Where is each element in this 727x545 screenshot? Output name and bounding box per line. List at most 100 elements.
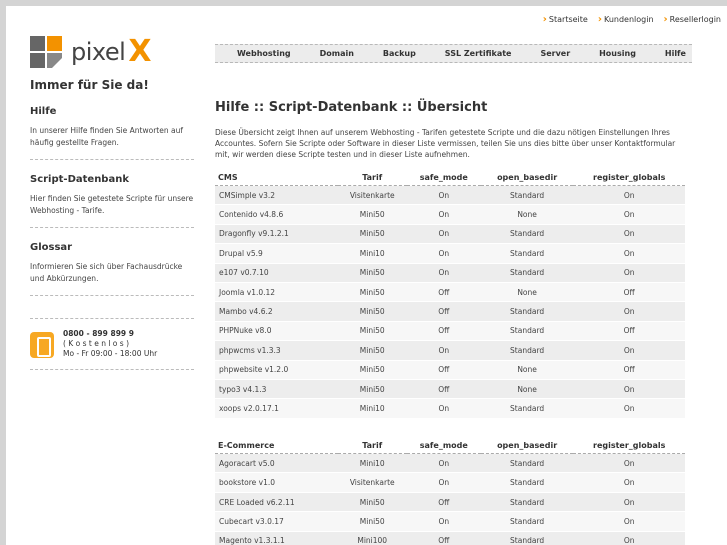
table-cell[interactable]: Drupal v5.9 <box>215 243 338 264</box>
table-cell: Standard <box>480 321 574 342</box>
nav-hilfe[interactable]: Hilfe <box>665 49 686 58</box>
table-row: CMSimple v3.2 Visitenkarte On Standard On <box>215 185 685 206</box>
table-cell: Off <box>406 321 481 342</box>
table-cell: Mini50 <box>337 224 407 245</box>
table-cell: On <box>406 511 481 532</box>
table-cell: Mini10 <box>337 243 407 264</box>
group-heading: E-Commerce <box>215 437 338 455</box>
table-cell: Off <box>406 492 481 513</box>
table-cell: Standard <box>480 453 574 474</box>
table-cell: Mini50 <box>337 492 407 513</box>
table-cell[interactable]: bookstore v1.0 <box>215 472 338 493</box>
table-cell: On <box>406 204 481 225</box>
table-cell: On <box>406 243 481 264</box>
table-row: PHPNuke v8.0 Mini50 Off Standard Off <box>215 321 685 342</box>
table-cell: Standard <box>480 472 574 493</box>
group-heading: CMS <box>215 170 338 186</box>
table-cell: Standard <box>480 340 574 361</box>
contact-free: ( K o s t e n l o s ) <box>63 339 129 348</box>
sidebar-text-glossar: Informieren Sie sich über Fachausdrücke … <box>30 262 183 283</box>
table-cell[interactable]: Dragonfly v9.1.2.1 <box>215 224 338 245</box>
column-header-open-basedir: open_basedir <box>480 170 574 186</box>
nav-server[interactable]: Server <box>540 49 570 58</box>
nav-backup[interactable]: Backup <box>383 49 416 58</box>
table-cell[interactable]: Agoracart v5.0 <box>215 453 338 474</box>
table-row: CRE Loaded v6.2.11 Mini50 Off Standard On <box>215 492 685 513</box>
table-cell: Visitenkarte <box>337 472 407 493</box>
table-row: Dragonfly v9.1.2.1 Mini50 On Standard On <box>215 224 685 245</box>
table-cell: Off <box>573 321 685 342</box>
intro-text: Diese Übersicht zeigt Ihnen auf unserem … <box>215 128 676 159</box>
table-cell: On <box>406 185 481 206</box>
top-link-resellerlogin[interactable]: Resellerlogin <box>664 14 721 25</box>
table-cell: Mini50 <box>337 204 407 225</box>
nav-housing[interactable]: Housing <box>599 49 636 58</box>
table-cell: Standard <box>480 301 574 322</box>
table-cell[interactable]: CRE Loaded v6.2.11 <box>215 492 338 513</box>
table-cell[interactable]: Mambo v4.6.2 <box>215 301 338 322</box>
nav-domain[interactable]: Domain <box>320 49 354 58</box>
column-header-register-globals: register_globals <box>573 170 685 186</box>
table-cell: Standard <box>480 511 574 532</box>
table-cell[interactable]: e107 v0.7.10 <box>215 263 338 283</box>
table-cell: Mini50 <box>337 379 407 400</box>
table-cell: Mini50 <box>337 321 407 342</box>
main-nav: Webhosting Domain Backup SSL Zertifikate… <box>215 44 692 63</box>
logo[interactable]: pixel X <box>30 34 151 69</box>
table-row: bookstore v1.0 Visitenkarte On Standard On <box>215 472 685 493</box>
sidebar: Immer für Sie da! Hilfe In unserer Hilfe… <box>30 78 194 370</box>
sidebar-heading-script-datenbank[interactable]: Script-Datenbank <box>30 174 194 185</box>
table-cell[interactable]: phpwcms v1.3.3 <box>215 340 338 361</box>
table-cell: On <box>406 398 481 419</box>
table-cell: On <box>573 243 685 264</box>
sidebar-tagline: Immer für Sie da! <box>30 78 149 92</box>
table-cell: On <box>573 472 685 493</box>
table-cell[interactable]: Magento v1.3.1.1 <box>215 531 338 545</box>
sidebar-text-hilfe: In unserer Hilfe finden Sie Antworten au… <box>30 126 183 147</box>
sidebar-heading-hilfe[interactable]: Hilfe <box>30 106 194 117</box>
contact-hours: Mo - Fr 09:00 - 18:00 Uhr <box>63 349 158 358</box>
column-header-safe-mode: safe_mode <box>406 170 481 186</box>
table-cell: On <box>573 531 685 545</box>
table-cell[interactable]: Joomla v1.0.12 <box>215 282 338 303</box>
table-cell: On <box>406 472 481 493</box>
nav-ssl-zertifikate[interactable]: SSL Zertifikate <box>445 49 512 58</box>
table-cell[interactable]: PHPNuke v8.0 <box>215 321 338 342</box>
table-row: Contenido v4.8.6 Mini50 On None On <box>215 204 685 225</box>
table-cell[interactable]: CMSimple v3.2 <box>215 185 338 206</box>
table-cell[interactable]: typo3 v4.1.3 <box>215 379 338 400</box>
table-row: phpwcms v1.3.3 Mini50 On Standard On <box>215 340 685 361</box>
table-row: Joomla v1.0.12 Mini50 Off None Off <box>215 282 685 303</box>
table-row: Agoracart v5.0 Mini10 On Standard On <box>215 453 685 474</box>
table-cell[interactable]: Cubecart v3.0.17 <box>215 511 338 532</box>
table-row: Cubecart v3.0.17 Mini50 On Standard On <box>215 511 685 532</box>
table-cell: On <box>573 224 685 245</box>
nav-webhosting[interactable]: Webhosting <box>237 49 291 58</box>
table-cell: On <box>573 185 685 206</box>
table-cell: None <box>480 282 574 303</box>
top-links: Startseite Kundenlogin Resellerlogin <box>543 14 721 25</box>
table-cell: None <box>480 379 574 400</box>
top-link-kundenlogin[interactable]: Kundenlogin <box>598 14 654 25</box>
table-cell: On <box>406 224 481 245</box>
logo-word: pixel <box>71 37 126 66</box>
table-header-e-commerce: E-Commerce Tarif safe_mode open_basedir regi… <box>215 437 685 455</box>
table-cell: Mini10 <box>337 398 407 419</box>
table-cell: Standard <box>480 531 574 545</box>
table-cell[interactable]: phpwebsite v1.2.0 <box>215 360 338 380</box>
table-cell: On <box>573 453 685 474</box>
top-link-startseite[interactable]: Startseite <box>543 14 588 25</box>
table-cell: Mini50 <box>337 282 407 303</box>
table-cell: Mini50 <box>337 301 407 322</box>
table-cell[interactable]: xoops v2.0.17.1 <box>215 398 338 419</box>
table-cell[interactable]: Contenido v4.8.6 <box>215 204 338 225</box>
table-group-spacer <box>215 418 685 439</box>
table-cell: On <box>573 263 685 283</box>
phone-icon <box>30 332 54 358</box>
table-cell: Off <box>573 282 685 303</box>
sidebar-heading-glossar[interactable]: Glossar <box>30 242 194 253</box>
table-header-cms: CMS Tarif safe_mode open_basedir register_gl… <box>215 170 685 186</box>
table-cell: On <box>573 204 685 225</box>
column-header-safe-mode: safe_mode <box>406 437 481 455</box>
contact-text: 0800 - 899 899 9 ( K o s t e n l o s ) M… <box>63 329 157 359</box>
